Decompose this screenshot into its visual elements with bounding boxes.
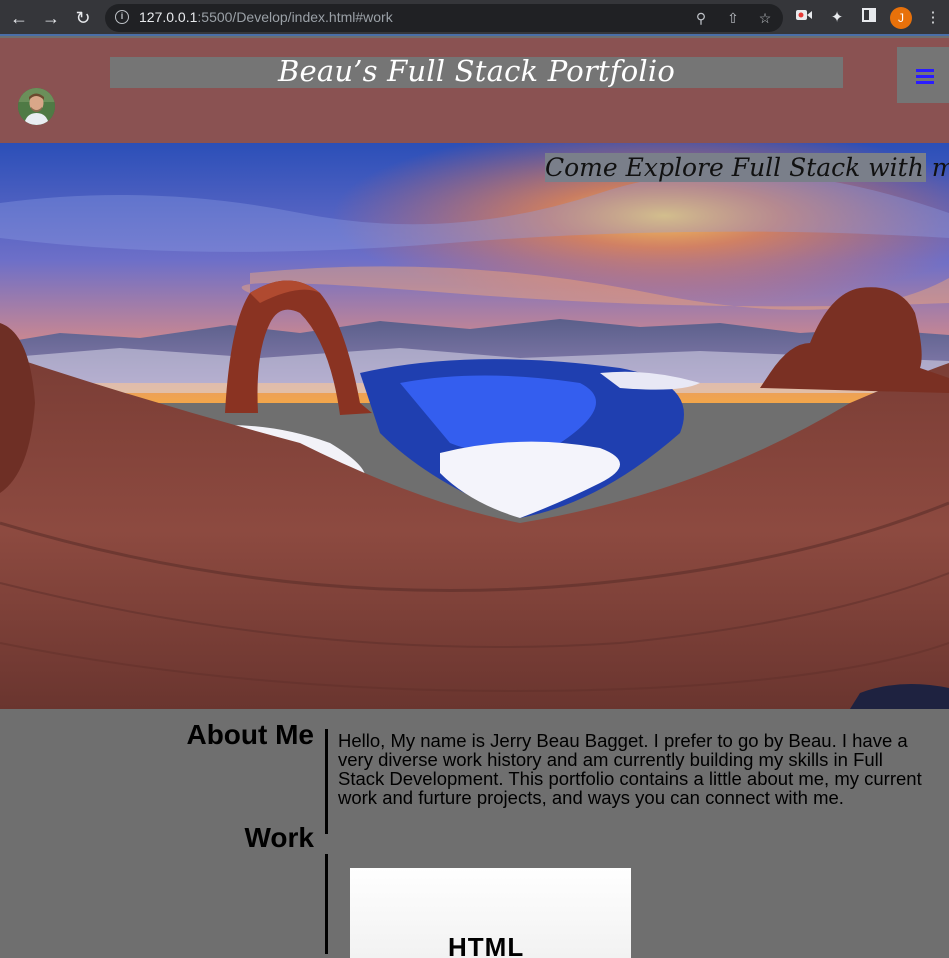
main-content: About Me Hello, My name is Jerry Beau Ba… — [0, 709, 949, 958]
site-title-box: Beau’s Full Stack Portfolio — [110, 54, 843, 88]
work-project-card[interactable]: HTML — [350, 868, 631, 958]
zoom-icon[interactable]: ⚲ — [692, 9, 710, 27]
url-text[interactable]: 127.0.0.1:5500/Develop/index.html#work — [139, 9, 393, 25]
site-header: Beau’s Full Stack Portfolio — [0, 38, 949, 143]
extension-recorder-icon[interactable] — [794, 8, 814, 28]
about-divider — [325, 729, 328, 834]
share-icon[interactable]: ⇧ — [724, 9, 742, 27]
back-arrow-icon[interactable]: ← — [9, 8, 29, 28]
hero-landscape-image — [0, 143, 949, 709]
work-divider — [325, 854, 328, 954]
side-panel-icon[interactable] — [859, 8, 879, 28]
forward-arrow-icon[interactable]: → — [41, 8, 61, 28]
browser-toolbar: ← → ↻ i 127.0.0.1:5500/Develop/index.htm… — [0, 0, 949, 36]
hero-banner: Come Explore Full Stack with me! — [0, 143, 949, 709]
about-heading: About Me — [186, 719, 314, 751]
avatar — [18, 88, 55, 125]
more-menu-icon[interactable]: ⋮ — [923, 8, 943, 28]
site-title: Beau’s Full Stack Portfolio — [277, 54, 676, 88]
site-info-icon[interactable]: i — [115, 10, 129, 24]
profile-avatar[interactable]: J — [890, 7, 912, 29]
extensions-puzzle-icon[interactable]: ✦ — [827, 8, 847, 28]
reload-icon[interactable]: ↻ — [73, 8, 93, 28]
work-card-label: HTML — [448, 932, 525, 958]
address-bar[interactable]: i 127.0.0.1:5500/Develop/index.html#work… — [105, 4, 783, 32]
hero-tagline: Come Explore Full Stack with me! — [545, 153, 949, 182]
hamburger-menu-icon[interactable] — [897, 47, 949, 103]
bookmark-star-icon[interactable]: ☆ — [756, 9, 774, 27]
work-heading: Work — [244, 822, 315, 853]
about-text: Hello, My name is Jerry Beau Bagget. I p… — [338, 730, 922, 808]
